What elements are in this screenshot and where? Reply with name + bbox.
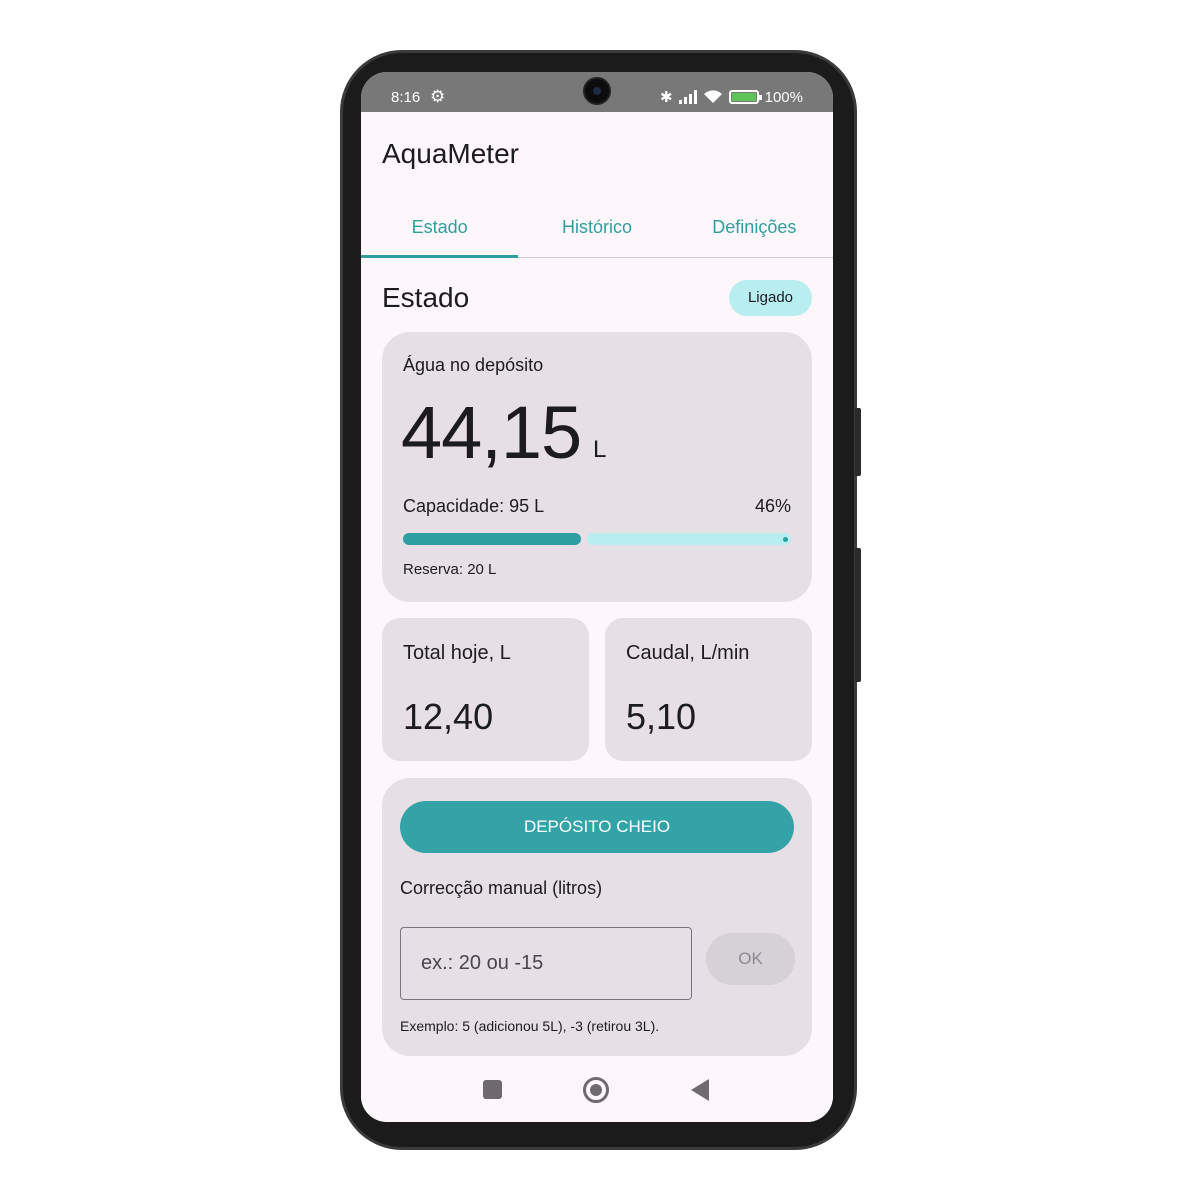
reserve-label: Reserva: 20 L [403,561,497,578]
system-nav-bar [361,1058,833,1122]
fill-percent: 46% [754,496,791,516]
volume-button [855,408,861,476]
section-title: Estado [382,282,470,313]
battery-percent: 100% [764,88,803,106]
water-value: 44,15 [401,391,582,474]
status-time: 8:16 [391,89,421,106]
tab-estado[interactable]: Estado [361,208,519,258]
battery-icon [728,90,762,104]
manual-correction-label: Correcção manual (litros) [400,878,603,898]
power-button [855,548,861,682]
manual-correction-input[interactable] [400,927,692,1000]
example-hint: Exemplo: 5 (adicionou 5L), -3 (retirou 3… [400,1018,660,1034]
flow-rate-card: Caudal, L/min 5,10 [605,618,812,761]
total-today-card: Total hoje, L 12,40 [382,618,589,761]
status-bar: 8:16 ⚙ ✱ 100% [361,72,833,112]
front-camera [583,77,611,105]
home-icon[interactable] [583,1077,609,1103]
progress-end-dot [783,537,788,542]
tab-bar: Estado Histórico Definições [361,208,833,258]
progress-track [587,533,791,545]
signal-icon [678,90,697,104]
app-title: AquaMeter [382,138,519,169]
tab-definicoes[interactable]: Definições [676,208,833,257]
progress-fill [403,533,581,545]
connection-status-chip: Ligado [729,280,812,316]
water-level-card: Água no depósito 44,15 L Capacidade: 95 … [382,332,812,602]
water-unit: L [593,436,607,463]
ok-button[interactable]: OK [706,933,795,985]
water-label: Água no depósito [403,355,544,375]
fill-progress-bar [403,533,791,545]
screen: 8:16 ⚙ ✱ 100% AquaMeter Estado Histórico… [361,72,833,1122]
tab-historico[interactable]: Histórico [518,208,675,257]
flow-rate-label: Caudal, L/min [626,642,750,664]
settings-gear-icon: ⚙ [430,87,446,106]
total-today-label: Total hoje, L [403,642,511,664]
total-today-value: 12,40 [403,696,494,737]
tank-full-button[interactable]: DEPÓSITO CHEIO [400,801,794,853]
bluetooth-icon: ✱ [660,89,673,106]
wifi-icon [703,90,722,103]
recents-icon[interactable] [483,1080,502,1099]
actions-card: DEPÓSITO CHEIO Correcção manual (litros)… [382,778,812,1056]
status-icons: ✱ 100% [660,88,803,107]
back-icon[interactable] [691,1079,709,1101]
flow-rate-value: 5,10 [626,696,697,737]
capacity-label: Capacidade: 95 L [403,496,545,516]
